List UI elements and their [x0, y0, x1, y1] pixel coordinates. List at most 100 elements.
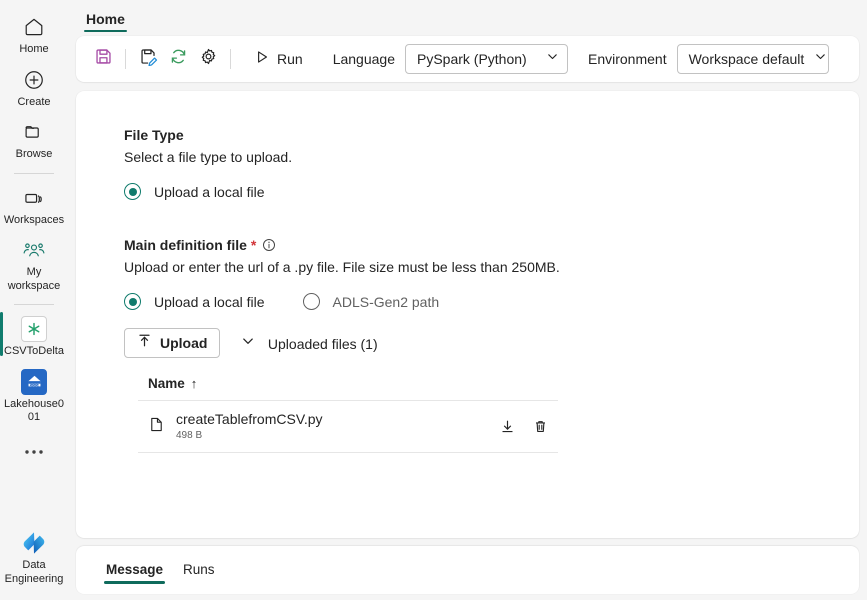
ribbon-toolbar: Run Language PySpark (Python) Environmen…: [76, 36, 859, 82]
sidebar-item-label: Home: [19, 43, 49, 55]
main-definition-file-radio-group: Upload a local file ADLS-Gen2 path: [124, 293, 859, 310]
plus-circle-icon: [23, 67, 45, 93]
file-icon: [148, 416, 165, 438]
file-cell: createTablefromCSV.py 498 B: [148, 410, 497, 443]
radio-indicator: [124, 293, 141, 310]
radio-label: ADLS-Gen2 path: [332, 293, 440, 310]
chevron-down-icon: [814, 50, 827, 68]
radio-indicator: [302, 293, 320, 310]
upload-button[interactable]: Upload: [124, 328, 221, 358]
gear-icon: [199, 47, 218, 71]
main-definition-file-title: Main definition file *: [124, 235, 859, 255]
people-icon: [22, 237, 46, 263]
uploaded-files-table: Name ↑ createTablefromCSV.py 498 B: [138, 376, 558, 453]
sidebar-item-label: CSVToDelta: [4, 345, 64, 357]
sidebar-item-create[interactable]: Create: [0, 61, 68, 114]
sidebar-item-label: Create: [17, 95, 51, 108]
toolbar-divider: [125, 49, 126, 69]
spark-job-definition-form: File Type Select a file type to upload. …: [76, 91, 859, 453]
language-value: PySpark (Python): [416, 51, 527, 67]
file-name: createTablefromCSV.py: [176, 411, 323, 427]
toolbar-divider: [230, 49, 231, 69]
tab-message[interactable]: Message: [96, 556, 173, 585]
uploaded-files-disclosure[interactable]: Uploaded files (1): [225, 334, 378, 353]
chevron-down-icon: [546, 50, 559, 68]
file-type-radio-group: Upload a local file: [124, 183, 859, 200]
radio-indicator: [124, 183, 141, 200]
data-engineering-icon: [21, 530, 47, 556]
sidebar-item-workspaces[interactable]: Workspaces: [0, 179, 68, 232]
file-type-section: File Type Select a file type to upload. …: [124, 125, 859, 200]
edit-button[interactable]: [133, 44, 163, 74]
sidebar-item-lakehouse001[interactable]: Lakehouse001: [0, 363, 68, 429]
sort-ascending-icon: ↑: [190, 376, 198, 391]
ellipsis-icon: [23, 439, 45, 465]
lakehouse-icon: [21, 368, 47, 395]
sidebar-item-home[interactable]: Home: [0, 8, 68, 61]
table-row[interactable]: createTablefromCSV.py 498 B: [138, 400, 558, 453]
play-icon: [254, 49, 270, 70]
required-asterisk: *: [250, 237, 257, 253]
row-actions: [497, 417, 550, 437]
main-column: Home Run Language PySpark (Python) Envir…: [68, 0, 867, 600]
sidebar-more-button[interactable]: [0, 429, 68, 475]
ribbon-tabstrip: Home: [68, 0, 867, 32]
refresh-button[interactable]: [163, 44, 193, 74]
content-card: File Type Select a file type to upload. …: [76, 91, 859, 538]
radio-label: Upload a local file: [154, 183, 265, 200]
radio-main-upload-local[interactable]: Upload a local file: [124, 293, 265, 310]
main-definition-file-title-text: Main definition file: [124, 237, 247, 253]
bottom-panel: Message Runs: [76, 546, 859, 594]
environment-dropdown[interactable]: Workspace default: [676, 44, 829, 74]
folder-icon: [23, 119, 45, 145]
upload-button-label: Upload: [160, 335, 208, 351]
radio-main-adls-gen2-path[interactable]: ADLS-Gen2 path: [302, 293, 440, 310]
edit-pencil-icon: [139, 47, 158, 71]
tab-runs[interactable]: Runs: [173, 556, 225, 585]
sidebar-item-label: Data Engineering: [4, 559, 64, 585]
save-icon: [94, 47, 113, 71]
language-dropdown[interactable]: PySpark (Python): [404, 44, 568, 74]
column-header-name-label: Name: [148, 376, 185, 391]
settings-button[interactable]: [193, 44, 223, 74]
download-icon[interactable]: [497, 417, 517, 437]
info-icon[interactable]: [262, 238, 276, 252]
rail-divider: [14, 304, 54, 305]
run-button-label: Run: [277, 51, 303, 67]
sidebar-item-label: Browse: [15, 148, 53, 160]
app-root: Home Create Browse Workspaces My workspa…: [0, 0, 867, 600]
main-definition-file-description: Upload or enter the url of a .py file. F…: [124, 259, 560, 275]
rail-divider: [14, 172, 54, 174]
column-header-name[interactable]: Name ↑: [148, 376, 197, 391]
sidebar-item-csvtodelta[interactable]: CSVToDelta: [0, 310, 68, 363]
run-button[interactable]: Run: [248, 45, 313, 74]
radio-dot: [128, 297, 137, 306]
table-header-row: Name ↑: [138, 376, 558, 400]
sidebar-item-label: Workspaces: [3, 213, 65, 226]
sidebar-item-my-workspace[interactable]: My workspace: [0, 231, 68, 297]
delete-icon[interactable]: [530, 417, 550, 437]
left-nav-rail: Home Create Browse Workspaces My workspa…: [0, 0, 68, 600]
file-type-description: Select a file type to upload.: [124, 149, 293, 165]
environment-value: Workspace default: [688, 51, 805, 67]
refresh-icon: [169, 47, 188, 71]
uploaded-files-label: Uploaded files (1): [267, 335, 378, 352]
tab-home[interactable]: Home: [78, 11, 133, 32]
spark-job-definition-icon: [21, 316, 47, 342]
file-type-title-text: File Type: [124, 127, 184, 143]
sidebar-item-data-engineering[interactable]: Data Engineering: [0, 524, 68, 590]
upload-arrow-icon: [137, 333, 152, 353]
environment-label: Environment: [587, 51, 667, 67]
language-label: Language: [332, 51, 395, 67]
file-size: 498 B: [176, 430, 203, 441]
radio-dot: [128, 187, 137, 196]
sidebar-item-label: My workspace: [7, 266, 61, 292]
chevron-down-icon: [241, 334, 255, 353]
save-button[interactable]: [88, 44, 118, 74]
workspaces-icon: [23, 185, 45, 211]
file-meta: createTablefromCSV.py 498 B: [176, 410, 323, 443]
file-type-title: File Type: [124, 125, 859, 145]
home-icon: [23, 14, 45, 40]
radio-file-type-upload-local[interactable]: Upload a local file: [124, 183, 265, 200]
sidebar-item-browse[interactable]: Browse: [0, 113, 68, 166]
